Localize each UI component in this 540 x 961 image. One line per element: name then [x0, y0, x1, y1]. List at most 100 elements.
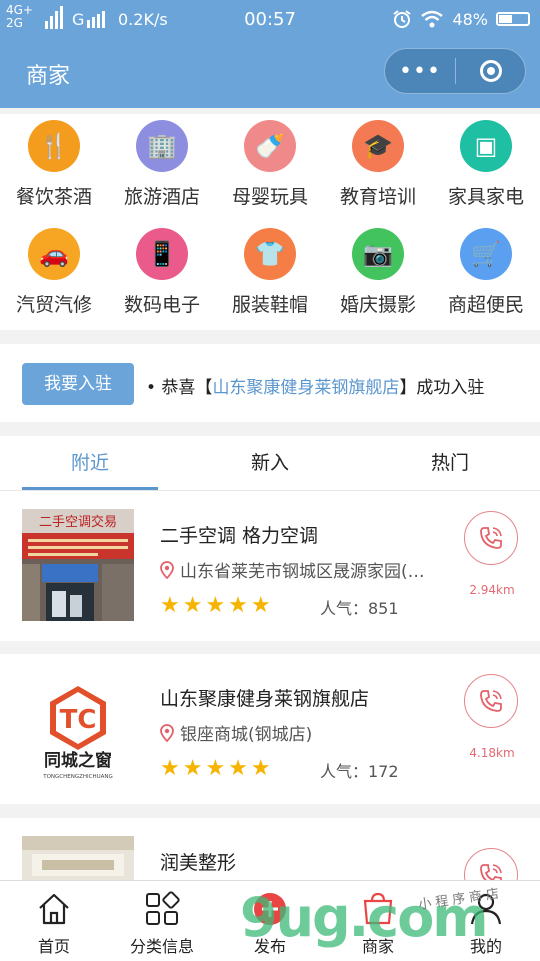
category-item[interactable]: ▣ 家具家电 [432, 114, 540, 222]
join-notice-bar: 我要入驻 • 恭喜【山东聚康健身莱钢旗舰店】成功入驻 [0, 344, 540, 422]
more-menu-button[interactable]: ••• [385, 59, 455, 84]
camera-icon: 📷 [352, 228, 404, 280]
category-grid-icon [146, 891, 180, 925]
thumb-sign-text: 二手空调交易 [39, 514, 117, 530]
tabbar-item-publish[interactable]: 发布 [216, 881, 324, 961]
battery-icon [496, 12, 530, 26]
active-tab-indicator [22, 487, 158, 490]
navigation-bar: 商家 ••• [0, 36, 540, 108]
category-label: 服装鞋帽 [231, 294, 308, 316]
shop-thumbnail: 二手空调交易 [22, 509, 134, 621]
shop-name: 润美整形 [160, 852, 237, 874]
baby-bottle-icon: 🍼 [244, 120, 296, 172]
shop-tabs: 附近 新入 热门 [0, 436, 540, 491]
category-label: 教育培训 [339, 186, 416, 208]
call-button[interactable] [464, 848, 518, 880]
tab-hot[interactable]: 热门 [360, 436, 540, 490]
tabbar-label: 我的 [469, 937, 502, 956]
battery-percent: 48% [452, 9, 488, 29]
tab-nearby[interactable]: 附近 [0, 436, 180, 490]
category-item[interactable]: 🏢 旅游酒店 [108, 114, 216, 222]
tabbar-item-categories[interactable]: 分类信息 [108, 881, 216, 961]
rating-stars: ★★★★★ [160, 593, 274, 618]
tab-new[interactable]: 新入 [180, 436, 360, 490]
category-label: 数码电子 [123, 294, 200, 316]
tabbar-label: 分类信息 [129, 937, 194, 956]
status-bar: 4G+ 2G G 0.2K/s 00:57 48% [0, 0, 540, 36]
rating-stars: ★★★★★ [160, 756, 274, 781]
category-item[interactable]: 📱 数码电子 [108, 222, 216, 330]
category-label: 商超便民 [447, 294, 524, 316]
location-pin-icon [160, 560, 174, 579]
address-text: 山东省莱芜市钢城区晟源家园(… [180, 562, 425, 582]
shop-name: 山东聚康健身莱钢旗舰店 [160, 688, 370, 710]
location-pin-icon [160, 723, 174, 742]
target-icon [479, 60, 502, 82]
shop-thumbnail [22, 836, 134, 880]
logo-mark-text: TC [60, 705, 97, 735]
publish-plus-icon [254, 893, 286, 925]
notice-shop-name: 山东聚康健身莱钢旗舰店 [212, 378, 400, 398]
category-label: 婚庆摄影 [339, 294, 416, 316]
category-label: 旅游酒店 [123, 186, 200, 208]
logo-main-text: 同城之窗 [44, 750, 112, 771]
join-notice-text[interactable]: • 恭喜【山东聚康健身莱钢旗舰店】成功入驻 [146, 373, 484, 398]
user-icon [470, 893, 502, 925]
address-text: 银座商城(钢城店) [180, 725, 313, 745]
fork-knife-icon: 🍴 [28, 120, 80, 172]
building-icon: 🏢 [136, 120, 188, 172]
shop-address: 山东省莱芜市钢城区晟源家园(… [160, 557, 450, 582]
shop-card[interactable]: TC 同城之窗 TONGCHENGZHICHUANG 山东聚康健身莱钢旗舰店 银… [0, 654, 540, 804]
call-button[interactable] [464, 674, 518, 728]
tabbar-item-shops[interactable]: 商家 [324, 881, 432, 961]
notice-suffix: 】成功入驻 [399, 378, 485, 398]
popularity-count: 人气：851 [320, 599, 399, 618]
bottom-tab-bar: 首页 分类信息 发布 商家 我的 [0, 880, 540, 961]
tabbar-item-mine[interactable]: 我的 [432, 881, 540, 961]
category-item[interactable]: 🎓 教育培训 [324, 114, 432, 222]
category-item[interactable]: 🍼 母婴玩具 [216, 114, 324, 222]
call-button[interactable] [464, 511, 518, 565]
join-button[interactable]: 我要入驻 [22, 363, 134, 405]
phone-icon [480, 690, 502, 712]
home-icon [39, 893, 69, 925]
phone-icon [480, 527, 502, 549]
category-item[interactable]: 📷 婚庆摄影 [324, 222, 432, 330]
category-grid: 🍴 餐饮茶酒 🏢 旅游酒店 🍼 母婴玩具 🎓 教育培训 ▣ 家具家电 🚗 汽贸汽修 📱 数码电子 👕 服装鞋帽… [0, 114, 540, 330]
shop-name: 二手空调 格力空调 [160, 525, 319, 547]
notice-prefix: • 恭喜【 [146, 378, 213, 398]
shop-icon [363, 892, 393, 925]
category-item[interactable]: 👕 服装鞋帽 [216, 222, 324, 330]
shopping-cart-icon: 🛒 [460, 228, 512, 280]
tabbar-label: 发布 [253, 937, 286, 956]
distance: 2.94km [469, 583, 515, 597]
shop-logo: TC 同城之窗 TONGCHENGZHICHUANG [22, 672, 134, 784]
logo-sub-text: TONGCHENGZHICHUANG [42, 774, 113, 780]
alarm-icon [393, 10, 412, 28]
furniture-icon: ▣ [460, 120, 512, 172]
popularity-count: 人气：172 [320, 762, 399, 781]
phone-icon [480, 864, 502, 880]
mobile-phone-icon: 📱 [136, 228, 188, 280]
tabbar-label: 首页 [37, 937, 70, 956]
shop-address: 银座商城(钢城店) [160, 720, 450, 745]
category-label: 家具家电 [447, 186, 524, 208]
category-item[interactable]: 🛒 商超便民 [432, 222, 540, 330]
close-miniprogram-button[interactable] [456, 60, 525, 82]
category-item[interactable]: 🚗 汽贸汽修 [0, 222, 108, 330]
car-icon: 🚗 [28, 228, 80, 280]
tshirt-icon: 👕 [244, 228, 296, 280]
page-title: 商家 [26, 64, 71, 89]
graduation-cap-icon: 🎓 [352, 120, 404, 172]
category-label: 餐饮茶酒 [15, 186, 92, 208]
category-item[interactable]: 🍴 餐饮茶酒 [0, 114, 108, 222]
tabbar-item-home[interactable]: 首页 [0, 881, 108, 961]
shop-card[interactable]: 二手空调交易 二手空调 格力空调 山东省莱芜市钢城区晟源家园(… ★★★★★ 人… [0, 491, 540, 641]
wifi-icon [421, 10, 444, 28]
category-label: 汽贸汽修 [15, 294, 92, 316]
distance: 4.18km [469, 746, 515, 760]
shop-card[interactable]: 润美整形 [0, 818, 540, 880]
tabbar-label: 商家 [361, 937, 394, 956]
category-label: 母婴玩具 [231, 186, 308, 208]
miniprogram-capsule: ••• [384, 48, 526, 94]
